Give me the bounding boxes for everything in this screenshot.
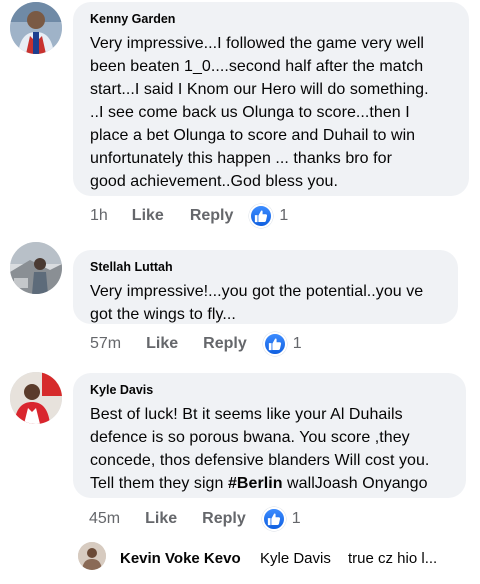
avatar[interactable] bbox=[10, 242, 62, 294]
reply-button[interactable]: Reply bbox=[203, 335, 247, 353]
comment-author[interactable]: Kenny Garden bbox=[90, 12, 453, 26]
reply-button[interactable]: Reply bbox=[190, 207, 234, 225]
like-button[interactable]: Like bbox=[132, 207, 164, 225]
reaction-count: 1 bbox=[279, 207, 289, 224]
comment-bubble: Kyle Davis Best of luck! Bt it seems lik… bbox=[73, 373, 466, 498]
comment-author[interactable]: Stellah Luttah bbox=[90, 260, 442, 274]
reply-button[interactable]: Reply bbox=[202, 510, 246, 528]
reply-author[interactable]: Kevin Voke Kevo bbox=[120, 550, 241, 567]
comment-author[interactable]: Kyle Davis bbox=[90, 383, 450, 397]
reaction-summary[interactable]: 1 bbox=[249, 204, 288, 228]
comment-text: Best of luck! Bt it seems like your Al D… bbox=[90, 406, 430, 492]
avatar[interactable] bbox=[10, 2, 62, 54]
comment-timestamp[interactable]: 45m bbox=[89, 510, 120, 528]
reaction-summary[interactable]: 1 bbox=[261, 507, 301, 531]
outdoor-photo-avatar-icon bbox=[10, 242, 62, 294]
comment-actions: 57m Like Reply 1 bbox=[90, 330, 302, 358]
reply-snippet: true cz hio l... bbox=[348, 550, 438, 567]
thumbs-up-icon bbox=[262, 332, 287, 356]
reaction-summary[interactable]: 1 bbox=[262, 332, 302, 356]
thumbs-up-icon bbox=[261, 507, 286, 531]
comment-actions: 1h Like Reply 1 bbox=[90, 202, 288, 230]
player-photo-avatar-icon bbox=[10, 2, 62, 54]
like-button[interactable]: Like bbox=[145, 510, 177, 528]
avatar[interactable] bbox=[10, 372, 62, 424]
person-photo-avatar-icon bbox=[78, 542, 106, 570]
reaction-count: 1 bbox=[292, 335, 302, 352]
hashtag-link[interactable]: #Berlin bbox=[228, 475, 283, 492]
avatar[interactable] bbox=[78, 542, 106, 570]
comment-bubble: Stellah Luttah Very impressive!...you go… bbox=[73, 250, 458, 324]
comment-timestamp[interactable]: 57m bbox=[90, 335, 121, 353]
comment-timestamp[interactable]: 1h bbox=[90, 207, 108, 225]
red-jersey-photo-avatar-icon bbox=[10, 372, 62, 424]
comment-bubble: Kenny Garden Very impressive...I followe… bbox=[73, 2, 469, 196]
reply-preview[interactable]: Kevin Voke Kevo Kyle Davis true cz hio l… bbox=[78, 542, 478, 572]
comment-text: Very impressive!...you got the potential… bbox=[90, 283, 424, 323]
thumbs-up-icon bbox=[249, 204, 274, 228]
reply-mention[interactable]: Kyle Davis bbox=[260, 550, 331, 567]
reaction-count: 1 bbox=[291, 510, 301, 527]
comment-text: Very impressive...I followed the game ve… bbox=[90, 35, 429, 190]
like-button[interactable]: Like bbox=[146, 335, 178, 353]
comment-actions: 45m Like Reply 1 bbox=[89, 505, 301, 533]
